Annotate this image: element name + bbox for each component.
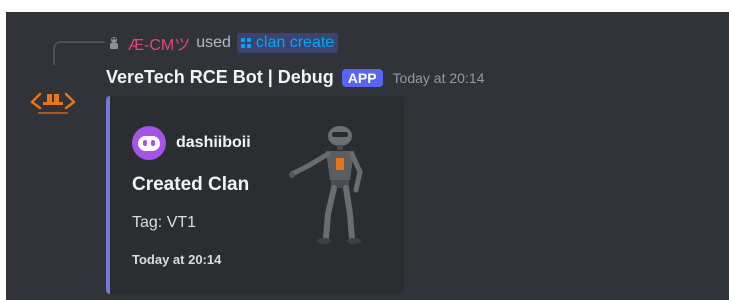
message-timestamp: Today at 20:14 <box>392 69 485 86</box>
app-badge: APP <box>341 68 383 87</box>
embed-author: dashiiboii <box>132 126 251 160</box>
veretech-logo-icon <box>30 92 76 114</box>
discord-clyde-icon <box>132 126 166 160</box>
discord-message-container: Æ-CMツ used clan create VereTech RCE Bot … <box>6 12 729 300</box>
embed-footer: Today at 20:14 <box>132 252 222 267</box>
bot-username[interactable]: VereTech RCE Bot | Debug <box>106 67 334 88</box>
embed-field: Tag: VT1 <box>132 214 197 231</box>
reply-used-text: used <box>196 34 231 51</box>
bot-avatar[interactable] <box>26 74 80 128</box>
reply-username[interactable]: Æ-CMツ <box>128 31 190 55</box>
robot-thumbnail-icon[interactable] <box>288 118 370 246</box>
reply-connector <box>53 41 105 65</box>
slash-command-label: clan create <box>255 34 335 51</box>
reply-reference[interactable]: Æ-CMツ used clan create <box>106 31 339 55</box>
slash-command-mention[interactable]: clan create <box>236 33 339 53</box>
slash-command-grid-icon <box>240 38 251 48</box>
message-embed: dashiiboii Created Clan Tag: VT1 Today a… <box>106 96 404 294</box>
bot-mini-icon <box>106 35 122 51</box>
embed-title: Created Clan <box>132 174 250 195</box>
message-header: VereTech RCE Bot | Debug APP Today at 20… <box>106 67 484 88</box>
embed-author-name: dashiiboii <box>176 134 251 151</box>
